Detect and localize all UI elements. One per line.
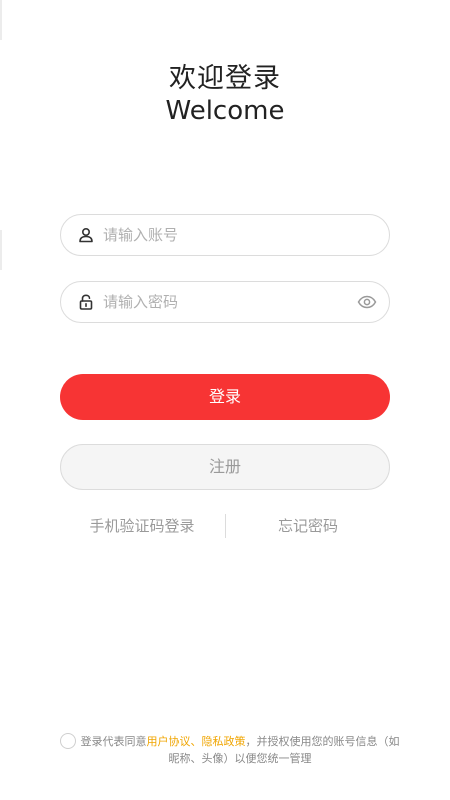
agreement-text: 登录代表同意用户协议、隐私政策，并授权使用您的账号信息（如昵称、头像）以便您统一… [80, 733, 400, 767]
password-input[interactable] [103, 282, 353, 322]
page-subtitle: Welcome [165, 96, 285, 126]
lock-icon [79, 294, 93, 310]
privacy-policy-link[interactable]: 隐私政策 [202, 735, 246, 748]
secondary-links: 手机验证码登录 忘记密码 [60, 514, 390, 538]
account-field[interactable] [60, 214, 390, 256]
user-icon [79, 227, 93, 243]
forgot-password-link[interactable]: 忘记密码 [226, 514, 390, 538]
password-field[interactable] [60, 281, 390, 323]
left-edge-decoration [0, 0, 2, 40]
login-button[interactable]: 登录 [60, 374, 390, 420]
user-agreement-link[interactable]: 用户协议 [147, 735, 191, 748]
agreement-prefix: 登录代表同意 [80, 735, 147, 748]
agreement-separator: 、 [190, 735, 202, 748]
page-title: 欢迎登录 [169, 63, 281, 94]
eye-icon[interactable] [357, 293, 377, 311]
sms-login-link[interactable]: 手机验证码登录 [60, 514, 224, 538]
left-edge-decoration [0, 230, 2, 270]
account-input[interactable] [103, 215, 353, 255]
agreement-checkbox[interactable] [60, 733, 76, 749]
register-button[interactable]: 注册 [60, 444, 390, 490]
